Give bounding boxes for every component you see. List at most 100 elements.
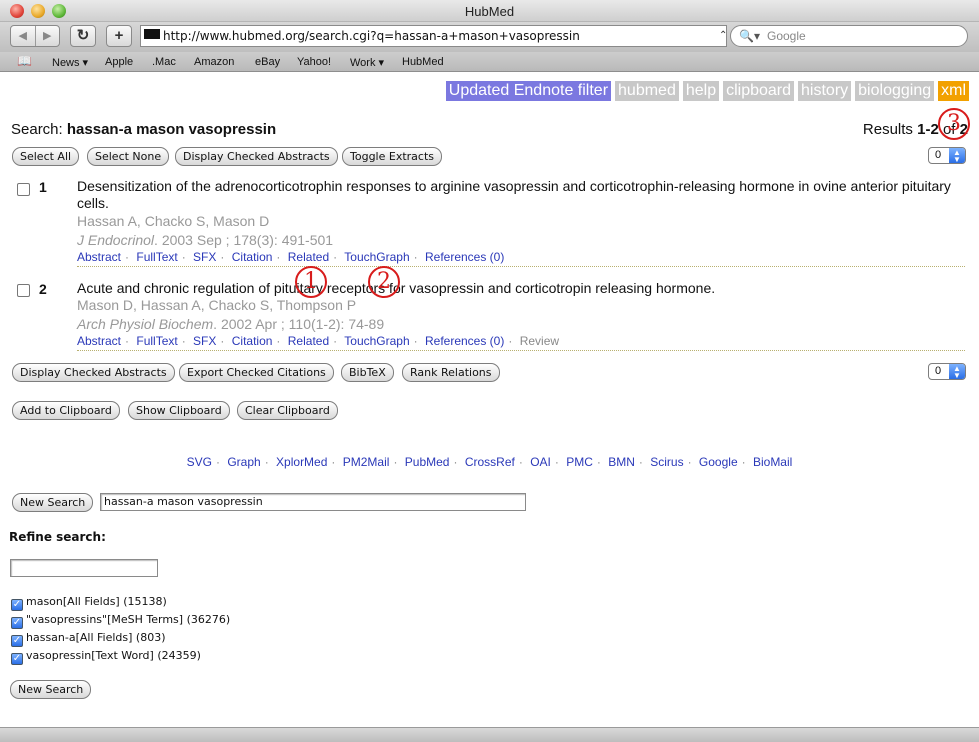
back-arrow-icon[interactable]: ◀ <box>11 26 36 46</box>
facet-label: "vasopressins"[MeSH Terms] (36276) <box>26 613 231 626</box>
bmn-link[interactable]: BMN <box>608 455 635 469</box>
related-link[interactable]: Related <box>288 334 329 348</box>
sfx-link[interactable]: SFX <box>193 250 216 264</box>
abstract-link[interactable]: Abstract <box>77 334 121 348</box>
related-link[interactable]: Related <box>288 250 329 264</box>
facet-label: vasopressin[Text Word] (24359) <box>26 649 201 662</box>
results-range: 1-2 <box>917 121 939 138</box>
result-authors: Hassan A, Chacko S, Mason D <box>77 213 270 229</box>
review-tag: Review <box>519 334 560 348</box>
nav-clipboard[interactable]: clipboard <box>723 81 795 101</box>
result-journal-name: Arch Physiol Biochem <box>77 316 214 332</box>
toggle-extracts-button[interactable]: Toggle Extracts <box>342 147 442 166</box>
facet-item[interactable]: ✓ "vasopressins"[MeSH Terms] (36276) <box>11 613 230 629</box>
bookmark-amazon[interactable]: Amazon <box>194 56 234 68</box>
abstract-link[interactable]: Abstract <box>77 250 121 264</box>
forward-arrow-icon[interactable]: ▶ <box>36 26 60 46</box>
add-to-clipboard-button[interactable]: Add to Clipboard <box>12 401 120 420</box>
display-checked-abstracts-button[interactable]: Display Checked Abstracts <box>12 363 175 382</box>
pubmed-link[interactable]: PubMed <box>405 455 450 469</box>
export-checked-citations-button[interactable]: Export Checked Citations <box>179 363 334 382</box>
address-bar[interactable]: http://www.hubmed.org/search.cgi?q=hassa… <box>140 25 727 47</box>
pm2mail-link[interactable]: PM2Mail <box>343 455 390 469</box>
citation-link[interactable]: Citation <box>232 250 273 264</box>
rank-relations-button[interactable]: Rank Relations <box>402 363 500 382</box>
nav-history[interactable]: history <box>798 81 852 101</box>
checkbox-checked-icon[interactable]: ✓ <box>11 599 23 611</box>
graph-link[interactable]: Graph <box>227 455 260 469</box>
citation-link[interactable]: Citation <box>232 334 273 348</box>
annotation-marker-3: 3 <box>938 108 970 140</box>
clear-clipboard-button[interactable]: Clear Clipboard <box>237 401 338 420</box>
result-checkbox[interactable] <box>17 183 30 196</box>
search-query: hassan-a mason vasopressin <box>66 121 277 138</box>
result-citation: . 2003 Sep ; 178(3): 491-501 <box>154 232 334 248</box>
bookmark-news[interactable]: News ▾ <box>52 56 88 69</box>
back-forward-buttons: ◀ ▶ <box>10 25 60 47</box>
checkbox-checked-icon[interactable]: ✓ <box>11 617 23 629</box>
touchgraph-link[interactable]: TouchGraph <box>344 250 409 264</box>
references-link[interactable]: References (0) <box>425 334 504 348</box>
pmc-link[interactable]: PMC <box>566 455 593 469</box>
results-per-page-select[interactable]: 0 ▲ ▼ <box>928 147 966 164</box>
window-title: HubMed <box>464 4 515 19</box>
touchgraph-link[interactable]: TouchGraph <box>344 334 409 348</box>
bookmark-ebay[interactable]: eBay <box>255 56 280 68</box>
site-nav: Updated Endnote filter hubmed help clipb… <box>445 81 969 101</box>
export-format-select[interactable]: 0 ▲ ▼ <box>928 363 966 380</box>
result-journal-name: J Endocrinol <box>77 232 155 248</box>
select-all-button[interactable]: Select All <box>12 147 80 166</box>
show-clipboard-button[interactable]: Show Clipboard <box>128 401 230 420</box>
status-bar <box>0 727 979 742</box>
bookmark-work[interactable]: Work ▾ <box>350 56 384 69</box>
bookmark-mac[interactable]: .Mac <box>152 56 176 68</box>
magnifier-dropdown-icon[interactable]: 🔍▾ <box>739 26 760 46</box>
nav-hubmed[interactable]: hubmed <box>615 81 679 101</box>
bookmark-yahoo[interactable]: Yahoo! <box>297 56 331 68</box>
biomail-link[interactable]: BioMail <box>753 455 792 469</box>
select-value: 0 <box>935 365 942 377</box>
result-title: Acute and chronic regulation of pituitar… <box>77 280 716 296</box>
nav-endnote-filter[interactable]: Updated Endnote filter <box>445 81 612 101</box>
bookmark-hubmed[interactable]: HubMed <box>402 56 444 68</box>
site-favicon-icon <box>144 29 160 43</box>
result-divider <box>77 266 965 267</box>
crossref-link[interactable]: CrossRef <box>465 455 515 469</box>
oai-link[interactable]: OAI <box>530 455 551 469</box>
reload-icon[interactable]: ↻ <box>70 25 96 47</box>
google-search-placeholder: Google <box>767 29 806 43</box>
result-journal: J Endocrinol. 2003 Sep ; 178(3): 491-501 <box>77 232 333 248</box>
search-label: Search: <box>11 121 63 138</box>
facet-item[interactable]: ✓ mason[All Fields] (15138) <box>11 595 167 611</box>
sfx-link[interactable]: SFX <box>193 334 216 348</box>
snapback-icon[interactable]: ⌃ <box>719 26 727 46</box>
add-bookmark-icon[interactable]: + <box>106 25 132 47</box>
google-link[interactable]: Google <box>699 455 738 469</box>
result-number: 1 <box>39 179 47 195</box>
svg-link[interactable]: SVG <box>187 455 212 469</box>
bookmarks-book-icon[interactable]: 📖 <box>17 54 32 68</box>
bibtex-button[interactable]: BibTeX <box>341 363 394 382</box>
search-input[interactable]: hassan-a mason vasopressin <box>100 493 526 511</box>
checkbox-checked-icon[interactable]: ✓ <box>11 653 23 665</box>
result-checkbox[interactable] <box>17 284 30 297</box>
select-none-button[interactable]: Select None <box>87 147 170 166</box>
xplormed-link[interactable]: XplorMed <box>276 455 327 469</box>
checkbox-checked-icon[interactable]: ✓ <box>11 635 23 647</box>
display-checked-abstracts-button[interactable]: Display Checked Abstracts <box>175 147 338 166</box>
nav-help[interactable]: help <box>682 81 720 101</box>
bookmark-apple[interactable]: Apple <box>105 56 133 68</box>
nav-xml[interactable]: xml <box>938 81 969 101</box>
fulltext-link[interactable]: FullText <box>136 334 177 348</box>
fulltext-link[interactable]: FullText <box>136 250 177 264</box>
refine-new-search-button[interactable]: New Search <box>10 680 92 699</box>
scirus-link[interactable]: Scirus <box>650 455 683 469</box>
refine-search-input[interactable] <box>10 559 158 577</box>
nav-biologging[interactable]: biologging <box>855 81 935 101</box>
google-search-input[interactable]: ⌃ 🔍▾ Google <box>719 25 968 47</box>
facet-item[interactable]: ✓ vasopressin[Text Word] (24359) <box>11 649 201 665</box>
facet-item[interactable]: ✓ hassan-a[All Fields] (803) <box>11 631 166 647</box>
new-search-button[interactable]: New Search <box>12 493 94 512</box>
references-link[interactable]: References (0) <box>425 250 504 264</box>
service-links: SVG · Graph · XplorMed · PM2Mail · PubMed · C… <box>186 455 793 469</box>
